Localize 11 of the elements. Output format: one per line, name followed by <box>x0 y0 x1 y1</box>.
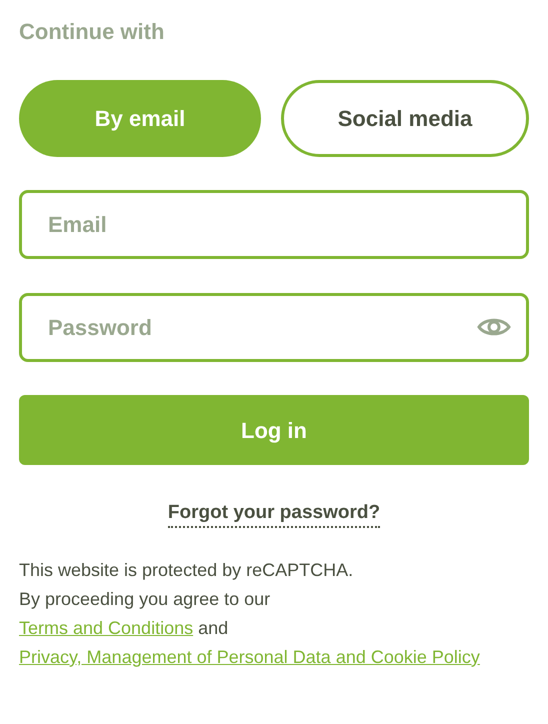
eye-icon[interactable] <box>477 316 511 338</box>
section-heading: Continue with <box>19 18 166 46</box>
forgot-password-link[interactable]: Forgot your password? <box>168 500 380 528</box>
login-button[interactable]: Log in <box>19 395 529 465</box>
password-field[interactable]: Password <box>19 293 529 362</box>
policy-link[interactable]: Privacy, Management of Personal Data and Cookie Policy <box>19 643 480 672</box>
policy-link[interactable]: Terms and Conditions <box>19 614 194 643</box>
method-tab[interactable]: By email <box>19 80 261 157</box>
method-tab[interactable]: Social media <box>281 80 529 157</box>
email-field[interactable]: Email <box>19 190 529 259</box>
recaptcha-notice: This website is protected by reCAPTCHA. By proceeding you agree to our Terms and Conditions and Privacy, Management of Personal Data and Cookie Policy <box>19 556 529 672</box>
